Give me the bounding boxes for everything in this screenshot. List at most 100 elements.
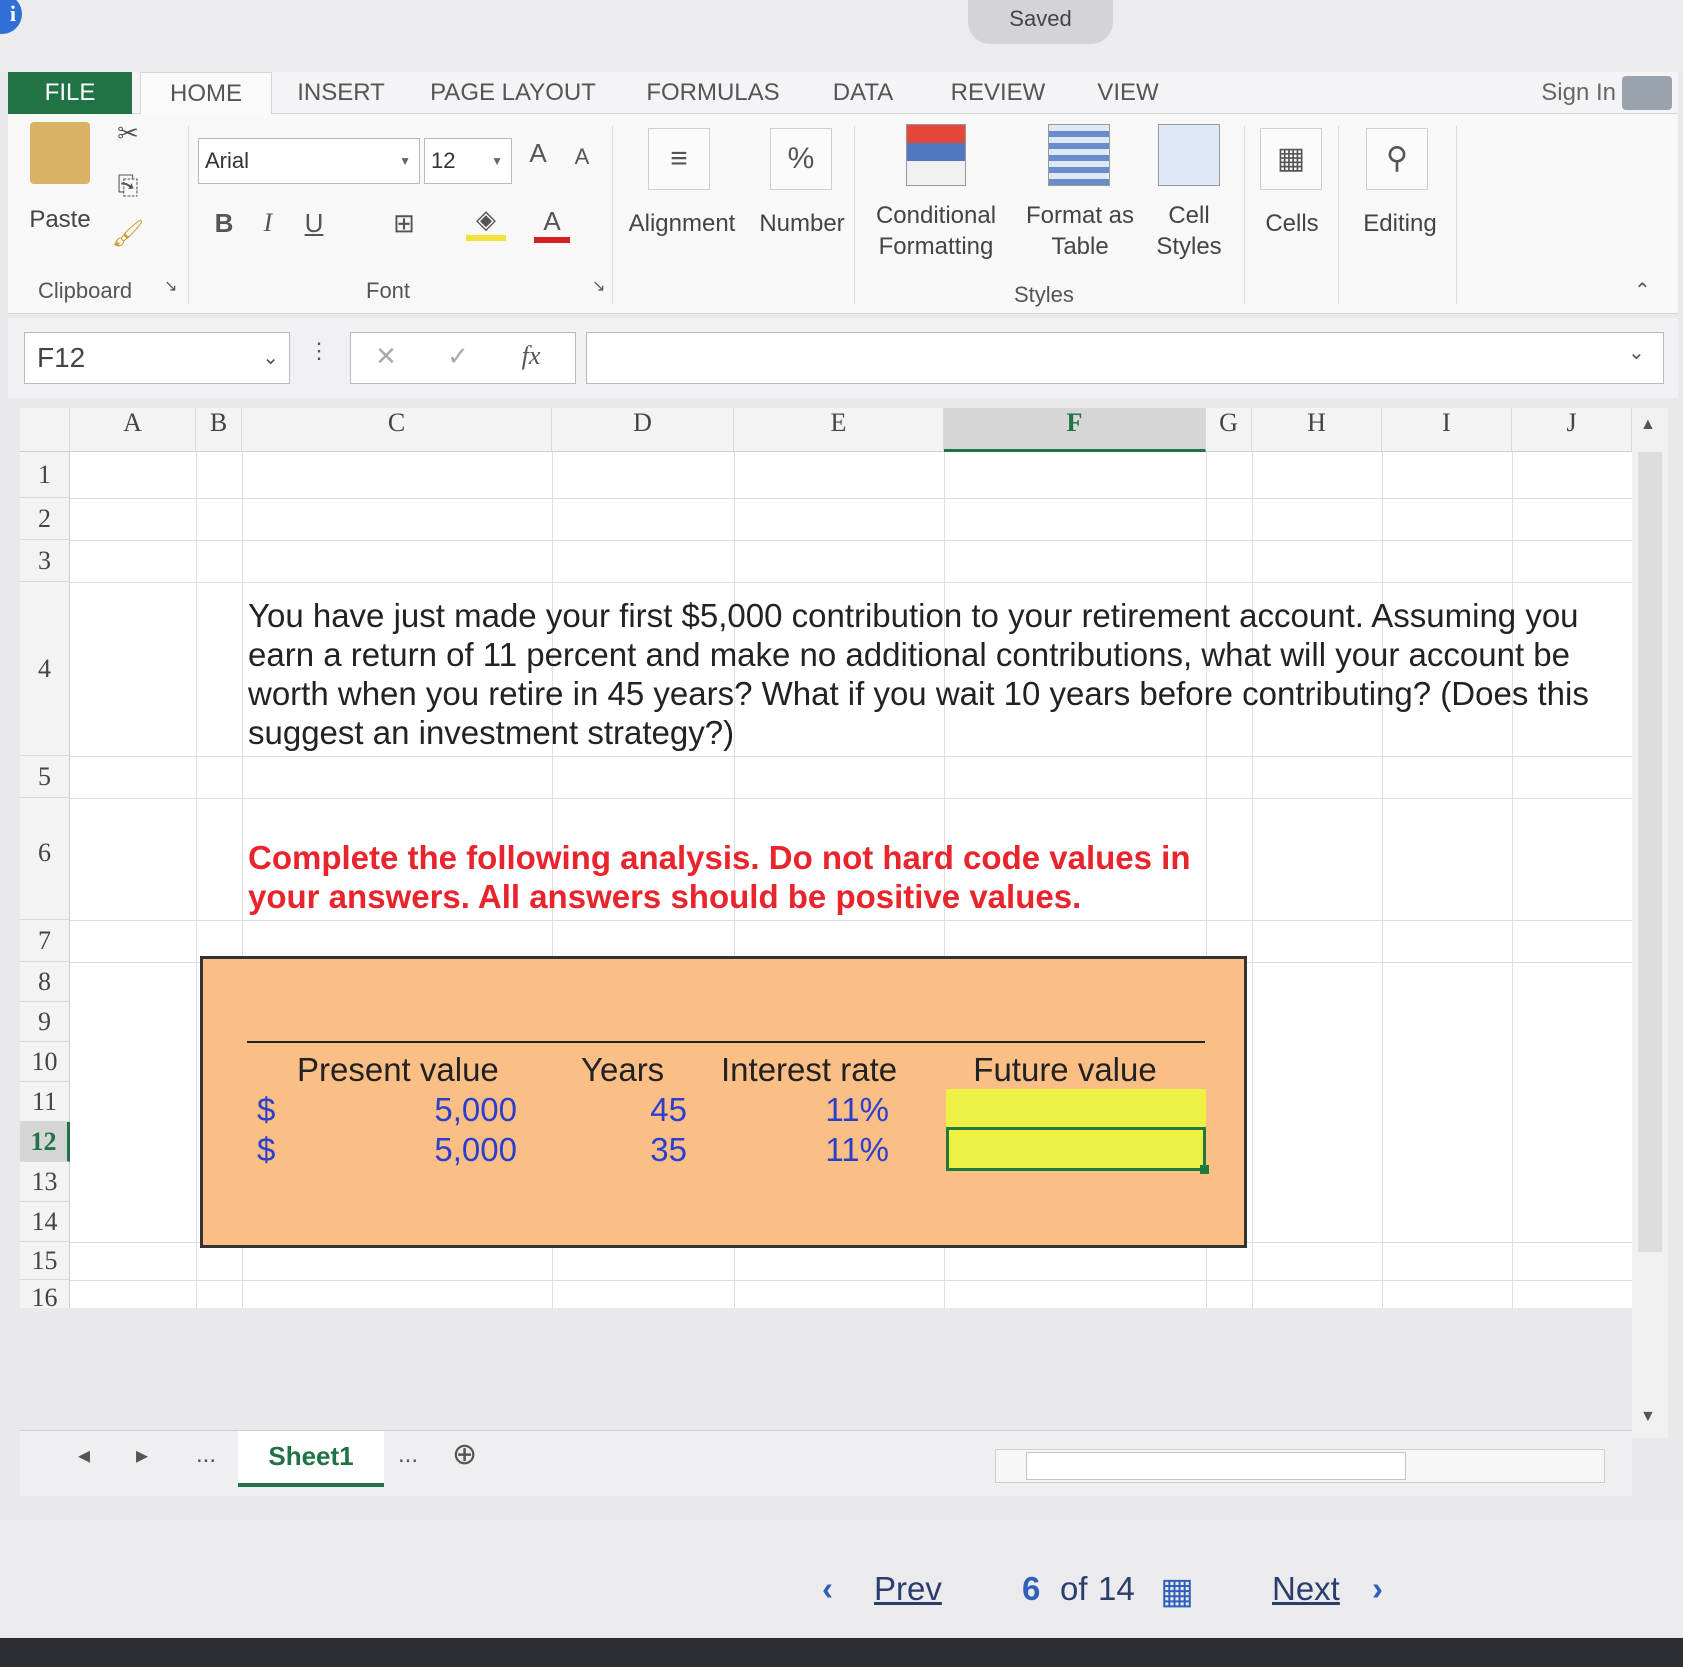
future-value-cell-f12[interactable]: [946, 1127, 1209, 1174]
user-avatar-icon[interactable]: [1622, 76, 1672, 110]
enter-icon[interactable]: ✓: [443, 341, 473, 372]
alignment-button[interactable]: Alignment: [620, 208, 744, 239]
column-header-e[interactable]: E: [734, 408, 944, 452]
cut-icon[interactable]: ✂: [108, 118, 148, 149]
percent-icon[interactable]: %: [770, 128, 832, 190]
paste-button[interactable]: Paste: [22, 204, 98, 235]
row-header-9[interactable]: 9: [20, 1002, 70, 1042]
column-header-g[interactable]: G: [1206, 408, 1252, 452]
column-header-i[interactable]: I: [1382, 408, 1512, 452]
years-cell[interactable]: 45: [583, 1091, 687, 1129]
row-header-11[interactable]: 11: [20, 1082, 70, 1122]
fill-color-icon[interactable]: ◈: [466, 204, 506, 241]
column-header-d[interactable]: D: [552, 408, 734, 452]
cell-styles-button[interactable]: Cell Styles: [1136, 200, 1242, 262]
row-header-1[interactable]: 1: [20, 452, 70, 498]
tab-page-layout[interactable]: PAGE LAYOUT: [418, 72, 608, 114]
next-button[interactable]: Next: [1272, 1570, 1340, 1608]
cells-button[interactable]: Cells: [1244, 208, 1340, 239]
italic-button[interactable]: I: [252, 208, 284, 238]
copy-icon[interactable]: ⎘: [108, 170, 148, 202]
formula-input[interactable]: [586, 332, 1664, 384]
borders-icon[interactable]: ⊞: [386, 208, 422, 239]
tab-file[interactable]: FILE: [8, 72, 132, 114]
present-value-cell[interactable]: 5,000: [353, 1091, 517, 1129]
cell-styles-icon[interactable]: [1158, 124, 1220, 186]
conditional-formatting-button[interactable]: Conditional Formatting: [866, 200, 1006, 262]
sheet-tab-sheet1[interactable]: Sheet1: [238, 1431, 384, 1487]
tab-home[interactable]: HOME: [140, 72, 272, 115]
cells-icon[interactable]: ▦: [1260, 128, 1322, 190]
expand-formula-icon[interactable]: ⌄: [1628, 340, 1645, 365]
column-header-b[interactable]: B: [196, 408, 242, 452]
format-as-table-icon[interactable]: [1048, 124, 1110, 186]
column-header-j[interactable]: J: [1512, 408, 1632, 452]
column-header-h[interactable]: H: [1252, 408, 1382, 452]
font-size-dropdown[interactable]: 12 ▼: [424, 138, 512, 184]
format-painter-icon[interactable]: 🖌: [108, 218, 148, 249]
interest-rate-cell[interactable]: 11%: [763, 1091, 889, 1129]
cancel-icon[interactable]: ✕: [371, 341, 401, 372]
sign-in-link[interactable]: Sign In: [1541, 72, 1616, 114]
scroll-up-icon[interactable]: ▲: [1640, 416, 1656, 434]
next-sheet-icon[interactable]: ▸: [136, 1441, 148, 1470]
row-header-4[interactable]: 4: [20, 582, 70, 756]
column-header-f[interactable]: F: [944, 408, 1206, 452]
font-name-dropdown[interactable]: Arial ▼: [198, 138, 420, 184]
tab-view[interactable]: VIEW: [1078, 72, 1178, 114]
future-value-cell-f11[interactable]: [946, 1089, 1206, 1129]
chevron-right-icon[interactable]: ›: [1372, 1570, 1383, 1608]
tab-data[interactable]: DATA: [813, 72, 913, 114]
row-header-3[interactable]: 3: [20, 540, 70, 582]
row-header-12[interactable]: 12: [20, 1122, 70, 1162]
prev-button[interactable]: Prev: [874, 1570, 942, 1608]
shrink-font-icon[interactable]: A: [564, 144, 600, 170]
alignment-icon[interactable]: ≡: [648, 128, 710, 190]
row-header-16[interactable]: 16: [20, 1280, 70, 1308]
more-sheets-left[interactable]: ...: [196, 1441, 216, 1469]
tab-formulas[interactable]: FORMULAS: [628, 72, 798, 114]
grow-font-icon[interactable]: A: [520, 138, 556, 169]
tab-review[interactable]: REVIEW: [933, 72, 1063, 114]
row-header-2[interactable]: 2: [20, 498, 70, 540]
column-header-a[interactable]: A: [70, 408, 196, 452]
row-header-5[interactable]: 5: [20, 756, 70, 798]
number-button[interactable]: Number: [752, 208, 852, 239]
format-as-table-button[interactable]: Format as Table: [1018, 200, 1142, 262]
insert-function-icon[interactable]: fx: [511, 341, 551, 371]
row-header-14[interactable]: 14: [20, 1202, 70, 1242]
editing-button[interactable]: Editing: [1348, 208, 1452, 239]
collapse-ribbon-icon[interactable]: ⌃: [1634, 278, 1651, 303]
fill-handle[interactable]: [1200, 1165, 1209, 1174]
vertical-scroll-thumb[interactable]: [1638, 452, 1662, 1252]
font-color-button[interactable]: A: [534, 206, 570, 243]
column-header-c[interactable]: C: [242, 408, 552, 452]
binoculars-icon[interactable]: ⚲: [1366, 128, 1428, 190]
horizontal-scroll-thumb[interactable]: [1026, 1452, 1406, 1480]
horizontal-scrollbar[interactable]: [995, 1449, 1605, 1483]
underline-button[interactable]: U: [298, 208, 330, 239]
font-launcher-icon[interactable]: ↘: [592, 276, 605, 296]
row-header-10[interactable]: 10: [20, 1042, 70, 1082]
more-sheets-right[interactable]: ...: [398, 1441, 418, 1469]
select-all-corner[interactable]: [20, 408, 70, 452]
prev-sheet-icon[interactable]: ◂: [78, 1441, 90, 1470]
present-value-cell[interactable]: 5,000: [353, 1131, 517, 1169]
clipboard-launcher-icon[interactable]: ↘: [164, 276, 177, 296]
row-header-8[interactable]: 8: [20, 962, 70, 1002]
vertical-scrollbar[interactable]: ▲ ▼: [1632, 408, 1668, 1438]
bold-button[interactable]: B: [208, 208, 240, 239]
paste-icon[interactable]: [30, 122, 90, 184]
worksheet-grid[interactable]: A B C D E F G H I J 1 2 3 4 5 6 7 8 9 10…: [20, 408, 1632, 1308]
interest-rate-cell[interactable]: 11%: [763, 1131, 889, 1169]
row-header-6[interactable]: 6: [20, 798, 70, 920]
grid-menu-icon[interactable]: ▦: [1160, 1570, 1194, 1612]
row-header-7[interactable]: 7: [20, 920, 70, 962]
more-options-icon[interactable]: ⋮: [308, 338, 330, 364]
add-sheet-icon[interactable]: ⊕: [452, 1437, 477, 1472]
chevron-left-icon[interactable]: ‹: [822, 1570, 833, 1608]
years-cell[interactable]: 35: [583, 1131, 687, 1169]
row-header-13[interactable]: 13: [20, 1162, 70, 1202]
conditional-formatting-icon[interactable]: [906, 124, 966, 186]
name-box[interactable]: F12 ⌄: [24, 332, 290, 384]
